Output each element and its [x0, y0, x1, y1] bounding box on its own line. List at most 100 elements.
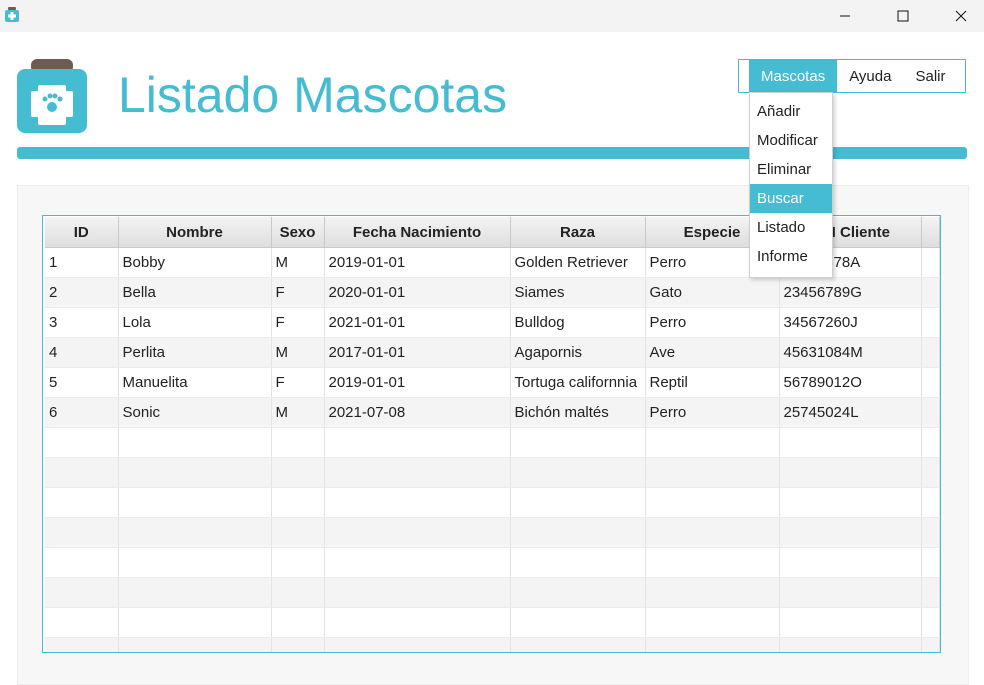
column-header-nombre[interactable]: Nombre	[118, 217, 272, 248]
table-cell: Bulldog	[510, 307, 646, 338]
menu-salir[interactable]: Salir	[903, 60, 957, 92]
table-cell	[118, 547, 272, 578]
table-cell: 4	[45, 337, 119, 368]
table-cell	[921, 517, 940, 548]
table-row[interactable]: 6 Sonic M 2021-07-08 Bichón maltés Perro 25745…	[45, 397, 940, 428]
table-cell: 2019-01-01	[324, 367, 511, 398]
table-row[interactable]	[45, 607, 940, 638]
table-cell: 2020-01-01	[324, 277, 511, 308]
table-cell	[324, 487, 511, 518]
table-cell	[45, 637, 119, 652]
table-cell	[324, 577, 511, 608]
table-cell: Gato	[645, 277, 780, 308]
table-cell: F	[271, 307, 325, 338]
table-cell	[921, 637, 940, 652]
table-row[interactable]: 5 Manuelita F 2019-01-01 Tortuga californnia…	[45, 367, 940, 398]
table-cell	[118, 457, 272, 488]
table-cell: Siames	[510, 277, 646, 308]
table-cell	[271, 487, 325, 518]
table-cell	[118, 487, 272, 518]
table-cell	[510, 427, 646, 458]
table-cell	[118, 637, 272, 652]
table-row[interactable]	[45, 547, 940, 578]
table-cell	[921, 277, 940, 308]
column-header-raza[interactable]: Raza	[510, 217, 646, 248]
main-content: Listado Mascotas Mascotas Ayuda Salir Añ…	[0, 32, 984, 685]
table-row[interactable]	[45, 577, 940, 608]
table-cell: 2	[45, 277, 119, 308]
column-header-id[interactable]: ID	[45, 217, 119, 248]
table-cell	[779, 637, 922, 652]
table-cell: 34567260J	[779, 307, 922, 338]
table-row[interactable]	[45, 427, 940, 458]
table-cell	[510, 607, 646, 638]
page-title: Listado Mascotas	[118, 67, 508, 123]
table-cell: Perlita	[118, 337, 272, 368]
close-icon	[955, 10, 967, 22]
table-row[interactable]	[45, 637, 940, 652]
table-cell	[510, 457, 646, 488]
table-cell: 23456789G	[779, 277, 922, 308]
table-cell	[510, 487, 646, 518]
close-button[interactable]	[938, 0, 984, 32]
menu-item-informe[interactable]: Informe	[750, 242, 832, 271]
table-cell: Perro	[645, 397, 780, 428]
table-cell	[645, 457, 780, 488]
table-cell: Reptil	[645, 367, 780, 398]
table-cell: Agapornis	[510, 337, 646, 368]
table-row[interactable]: 4 Perlita M 2017-01-01 Agapornis Ave 45631084M	[45, 337, 940, 368]
table-cell: Ave	[645, 337, 780, 368]
table-row[interactable]	[45, 487, 940, 518]
table-cell	[779, 427, 922, 458]
table-cell	[645, 517, 780, 548]
table-cell: Tortuga californnia	[510, 367, 646, 398]
table-cell	[921, 577, 940, 608]
table-cell	[645, 607, 780, 638]
table-row[interactable]	[45, 517, 940, 548]
table-row[interactable]	[45, 457, 940, 488]
table-cell	[921, 337, 940, 368]
table-cell	[921, 607, 940, 638]
table-cell	[921, 547, 940, 578]
column-header-sexo[interactable]: Sexo	[271, 217, 325, 248]
minimize-icon	[840, 15, 850, 17]
menu-mascotas[interactable]: Mascotas	[749, 60, 838, 92]
menu-bar: Mascotas Ayuda Salir	[738, 59, 966, 93]
table-cell: 45631084M	[779, 337, 922, 368]
table-cell	[271, 637, 325, 652]
table-cell	[921, 397, 940, 428]
table-cell	[324, 607, 511, 638]
window-title-bar	[0, 0, 984, 32]
table-row[interactable]: 3 Lola F 2021-01-01 Bulldog Perro 34567260J	[45, 307, 940, 338]
menu-ayuda[interactable]: Ayuda	[837, 60, 903, 92]
mascotas-dropdown-menu: Añadir Modificar Eliminar Buscar Listado…	[749, 92, 833, 278]
column-header-fecha-nacimiento[interactable]: Fecha Nacimiento	[324, 217, 511, 248]
maximize-button[interactable]	[880, 0, 926, 32]
mascotas-table: ID Nombre Sexo Fecha Nacimiento Raza Esp…	[45, 217, 940, 652]
table-cell	[45, 607, 119, 638]
table-cell: 6	[45, 397, 119, 428]
menu-item-eliminar[interactable]: Eliminar	[750, 155, 832, 184]
table-cell: Bella	[118, 277, 272, 308]
table-cell	[324, 637, 511, 652]
table-cell: 25745024L	[779, 397, 922, 428]
table-cell	[779, 547, 922, 578]
table-cell	[645, 427, 780, 458]
table-cell	[921, 367, 940, 398]
table-cell	[645, 547, 780, 578]
maximize-icon	[897, 10, 909, 22]
table-cell	[324, 427, 511, 458]
menu-item-listado[interactable]: Listado	[750, 213, 832, 242]
menu-item-anadir[interactable]: Añadir	[750, 97, 832, 126]
menu-item-modificar[interactable]: Modificar	[750, 126, 832, 155]
table-body: 1BobbyM2019-01-01Golden RetrieverPerro12…	[45, 247, 940, 652]
table-cell	[271, 457, 325, 488]
table-cell	[324, 457, 511, 488]
table-cell	[324, 517, 511, 548]
table-cell: Perro	[645, 307, 780, 338]
table-cell	[645, 637, 780, 652]
minimize-button[interactable]	[822, 0, 868, 32]
table-row[interactable]: 2 Bella F 2020-01-01 Siames Gato 23456789G	[45, 277, 940, 308]
menu-item-buscar[interactable]: Buscar	[750, 184, 832, 213]
table-cell	[510, 547, 646, 578]
